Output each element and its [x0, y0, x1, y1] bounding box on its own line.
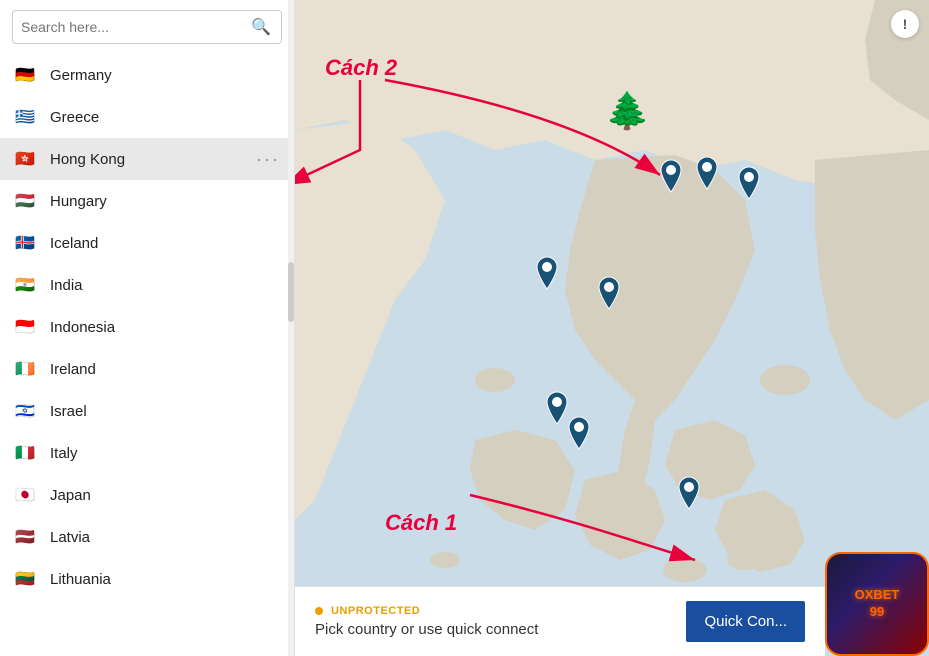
status-dot [315, 607, 323, 615]
oxbet-overlay: OXBET99 [825, 552, 929, 656]
flag-greece: 🇬🇷 [14, 106, 36, 128]
country-name-lithuania: Lithuania [50, 571, 280, 588]
map-pin-2[interactable] [693, 155, 721, 191]
country-name-india: India [50, 277, 280, 294]
country-name-hungary: Hungary [50, 193, 280, 210]
sidebar-item-italy[interactable]: 🇮🇹 Italy [0, 432, 294, 474]
more-options-hong-kong[interactable]: ··· [256, 149, 280, 170]
sidebar-item-greece[interactable]: 🇬🇷 Greece [0, 96, 294, 138]
flag-indonesia: 🇮🇩 [14, 316, 36, 338]
search-box: 🔍 [12, 10, 282, 44]
country-name-ireland: Ireland [50, 361, 280, 378]
sidebar-item-japan[interactable]: 🇯🇵 Japan [0, 474, 294, 516]
sidebar-item-latvia[interactable]: 🇱🇻 Latvia [0, 516, 294, 558]
country-name-hong-kong: Hong Kong [50, 151, 256, 168]
scrollbar-track [288, 0, 294, 656]
map-pin-4[interactable] [533, 255, 561, 291]
map-pin-1[interactable] [657, 158, 685, 194]
bottom-status: UNPROTECTED Pick country or use quick co… [315, 605, 686, 638]
quick-connect-button[interactable]: Quick Con... [686, 601, 805, 642]
sidebar-item-ireland[interactable]: 🇮🇪 Ireland [0, 348, 294, 390]
sidebar-item-hong-kong[interactable]: 🇭🇰 Hong Kong··· [0, 138, 294, 180]
info-button[interactable]: ! [891, 10, 919, 38]
map-pin-7[interactable] [565, 415, 593, 451]
sidebar-item-indonesia[interactable]: 🇮🇩 Indonesia [0, 306, 294, 348]
country-name-latvia: Latvia [50, 529, 280, 546]
search-input[interactable] [21, 19, 249, 35]
country-name-greece: Greece [50, 109, 280, 126]
map-pin-3[interactable] [735, 165, 763, 201]
search-button[interactable]: 🔍 [249, 17, 273, 37]
flag-israel: 🇮🇱 [14, 400, 36, 422]
country-name-indonesia: Indonesia [50, 319, 280, 336]
country-name-japan: Japan [50, 487, 280, 504]
tree-icon: 🌲 [605, 90, 650, 132]
sidebar-item-lithuania[interactable]: 🇱🇹 Lithuania [0, 558, 294, 600]
flag-iceland: 🇮🇸 [14, 232, 36, 254]
sidebar: 🔍 🇩🇪 Germany 🇬🇷 Greece 🇭🇰 Hong Kong··· 🇭🇺 Hunga… [0, 0, 295, 656]
sidebar-item-hungary[interactable]: 🇭🇺 Hungary [0, 180, 294, 222]
sidebar-item-iceland[interactable]: 🇮🇸 Iceland [0, 222, 294, 264]
flag-latvia: 🇱🇻 [14, 526, 36, 548]
pick-country-text: Pick country or use quick connect [315, 621, 686, 638]
flag-hungary: 🇭🇺 [14, 190, 36, 212]
flag-ireland: 🇮🇪 [14, 358, 36, 380]
flag-germany: 🇩🇪 [14, 64, 36, 86]
flag-japan: 🇯🇵 [14, 484, 36, 506]
sidebar-item-israel[interactable]: 🇮🇱 Israel [0, 390, 294, 432]
flag-hong-kong: 🇭🇰 [14, 148, 36, 170]
sidebar-item-germany[interactable]: 🇩🇪 Germany [0, 54, 294, 96]
country-name-israel: Israel [50, 403, 280, 420]
map-pin-5[interactable] [595, 275, 623, 311]
country-name-italy: Italy [50, 445, 280, 462]
oxbet-text: OXBET99 [855, 587, 900, 621]
country-list: 🇩🇪 Germany 🇬🇷 Greece 🇭🇰 Hong Kong··· 🇭🇺 Hungary… [0, 54, 294, 656]
map-pin-8[interactable] [675, 475, 703, 511]
sidebar-item-india[interactable]: 🇮🇳 India [0, 264, 294, 306]
flag-india: 🇮🇳 [14, 274, 36, 296]
status-label: UNPROTECTED [331, 605, 420, 617]
flag-italy: 🇮🇹 [14, 442, 36, 464]
scrollbar-thumb[interactable] [288, 262, 294, 322]
bottom-bar: UNPROTECTED Pick country or use quick co… [295, 586, 825, 656]
flag-lithuania: 🇱🇹 [14, 568, 36, 590]
country-name-iceland: Iceland [50, 235, 280, 252]
country-name-germany: Germany [50, 67, 280, 84]
